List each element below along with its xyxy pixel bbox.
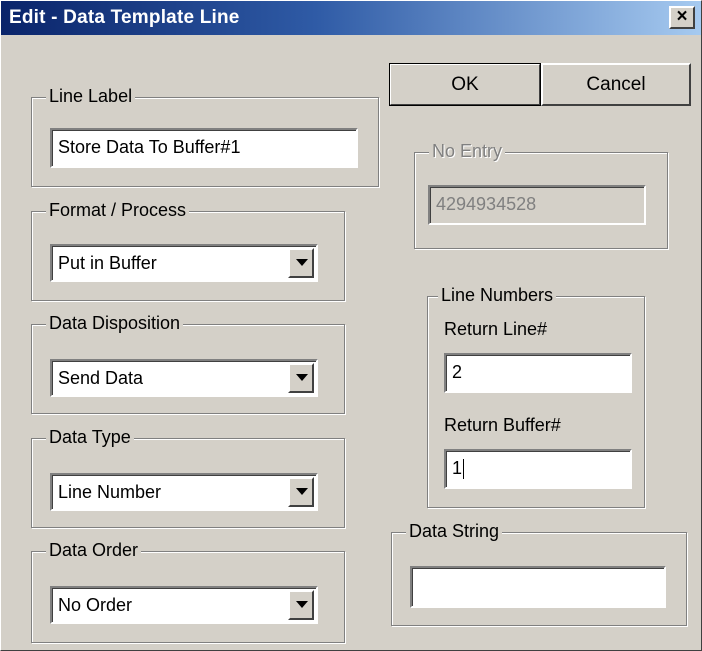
close-icon[interactable]: × bbox=[669, 6, 695, 29]
line-label-group-label: Line Label bbox=[46, 86, 136, 107]
data-disposition-group: Data Disposition Send Data bbox=[31, 313, 345, 414]
ok-button[interactable]: OK bbox=[389, 63, 541, 106]
line-numbers-group-label: Line Numbers bbox=[438, 285, 557, 306]
return-line-label: Return Line# bbox=[444, 319, 548, 339]
data-string-group-label: Data String bbox=[406, 521, 503, 542]
line-numbers-group: Line Numbers Return Line# 2 Return Buffe… bbox=[427, 285, 645, 508]
data-string-group: Data String bbox=[391, 521, 687, 626]
return-buffer-value: 1 bbox=[452, 458, 463, 478]
no-entry-input: 4294934528 bbox=[428, 185, 646, 225]
format-process-group: Format / Process Put in Buffer bbox=[31, 200, 345, 301]
return-buffer-input[interactable]: 1 bbox=[444, 449, 632, 489]
return-line-input[interactable]: 2 bbox=[444, 353, 632, 393]
data-disposition-group-label: Data Disposition bbox=[46, 313, 184, 334]
chevron-down-icon[interactable] bbox=[288, 363, 314, 393]
title-bar[interactable]: Edit - Data Template Line × bbox=[1, 1, 701, 35]
no-entry-group: No Entry 4294934528 bbox=[414, 141, 668, 249]
edit-data-template-line-dialog: Edit - Data Template Line × OK Cancel Li… bbox=[0, 0, 702, 651]
window-title: Edit - Data Template Line bbox=[9, 7, 240, 28]
format-process-select[interactable]: Put in Buffer bbox=[50, 244, 318, 282]
data-disposition-select[interactable]: Send Data bbox=[50, 359, 318, 397]
format-process-group-label: Format / Process bbox=[46, 200, 190, 221]
data-type-group: Data Type Line Number bbox=[31, 427, 345, 528]
data-type-group-label: Data Type bbox=[46, 427, 134, 448]
data-order-group: Data Order No Order bbox=[31, 540, 345, 643]
line-label-input[interactable]: Store Data To Buffer#1 bbox=[50, 128, 358, 168]
chevron-down-icon[interactable] bbox=[288, 477, 314, 507]
data-order-selected: No Order bbox=[58, 595, 133, 615]
data-type-selected: Line Number bbox=[58, 482, 162, 502]
return-buffer-label: Return Buffer# bbox=[444, 415, 561, 435]
no-entry-group-label: No Entry bbox=[429, 141, 506, 162]
line-label-group: Line Label Store Data To Buffer#1 bbox=[31, 86, 379, 187]
data-order-group-label: Data Order bbox=[46, 540, 142, 561]
data-string-input[interactable] bbox=[410, 566, 666, 608]
chevron-down-icon[interactable] bbox=[288, 248, 314, 278]
format-process-selected: Put in Buffer bbox=[58, 253, 157, 273]
chevron-down-icon[interactable] bbox=[288, 590, 314, 620]
data-order-select[interactable]: No Order bbox=[50, 586, 318, 624]
data-disposition-selected: Send Data bbox=[58, 368, 144, 388]
data-type-select[interactable]: Line Number bbox=[50, 473, 318, 511]
text-caret bbox=[463, 459, 465, 480]
cancel-button[interactable]: Cancel bbox=[541, 63, 691, 106]
